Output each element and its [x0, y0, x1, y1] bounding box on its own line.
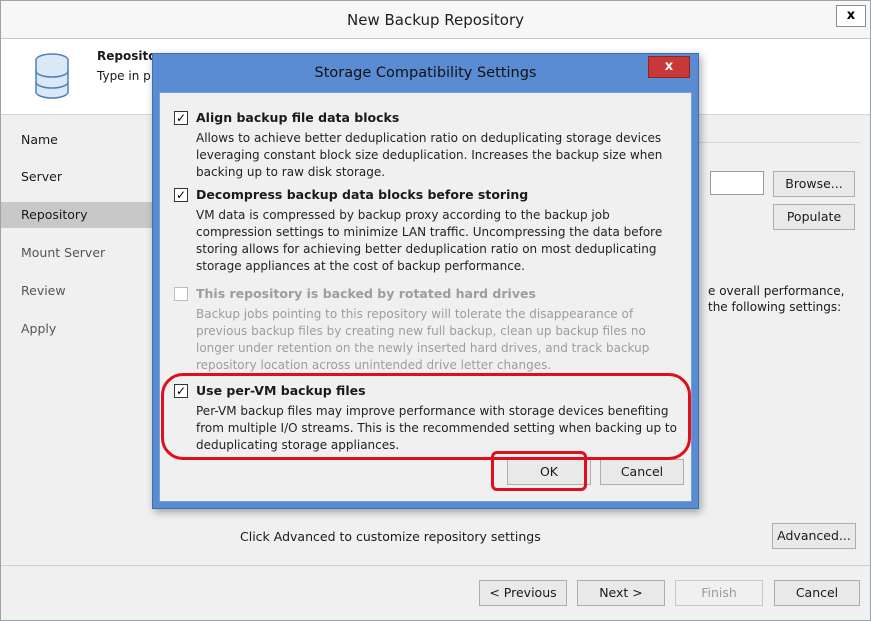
- repository-path-input[interactable]: [710, 171, 764, 195]
- align-blocks-description: Allows to achieve better deduplication r…: [196, 131, 663, 179]
- database-icon: [35, 53, 69, 99]
- wizard-footer: < Previous Next > Finish Cancel: [1, 565, 870, 620]
- option-rotated-drives: This repository is backed by rotated har…: [174, 285, 684, 374]
- populate-button[interactable]: Populate: [773, 204, 855, 230]
- decompress-blocks-label[interactable]: Decompress backup data blocks before sto…: [196, 187, 528, 202]
- rotated-drives-checkbox[interactable]: [174, 287, 188, 301]
- next-button[interactable]: Next >: [577, 580, 665, 606]
- decompress-blocks-checkbox[interactable]: ✓: [174, 188, 188, 202]
- align-blocks-checkbox[interactable]: ✓: [174, 111, 188, 125]
- option-decompress-blocks: ✓ Decompress backup data blocks before s…: [174, 186, 684, 275]
- browse-button[interactable]: Browse...: [773, 171, 855, 197]
- dialog-titlebar: Storage Compatibility Settings x: [153, 54, 698, 92]
- dialog-title: Storage Compatibility Settings: [314, 65, 537, 81]
- performance-note-line-2: the following settings:: [708, 300, 842, 314]
- window-titlebar: New Backup Repository x: [1, 1, 870, 39]
- highlight-ok-button: [491, 451, 587, 491]
- window-title: New Backup Repository: [347, 11, 524, 29]
- previous-button[interactable]: < Previous: [479, 580, 567, 606]
- option-align-blocks: ✓ Align backup file data blocks Allows t…: [174, 109, 684, 181]
- window-close-button[interactable]: x: [836, 5, 866, 27]
- highlight-per-vm-option: [161, 373, 691, 460]
- advanced-button[interactable]: Advanced...: [772, 523, 856, 549]
- align-blocks-label[interactable]: Align backup file data blocks: [196, 110, 399, 125]
- dialog-cancel-button[interactable]: Cancel: [600, 459, 684, 485]
- advanced-hint: Click Advanced to customize repository s…: [240, 529, 541, 544]
- finish-button[interactable]: Finish: [675, 580, 763, 606]
- performance-note-line-1: e overall performance,: [708, 284, 845, 298]
- wizard-step-subtitle: Type in p: [97, 69, 151, 83]
- rotated-drives-description: Backup jobs pointing to this repository …: [196, 307, 650, 372]
- rotated-drives-label[interactable]: This repository is backed by rotated har…: [196, 286, 536, 301]
- dialog-close-button[interactable]: x: [648, 56, 690, 78]
- decompress-blocks-description: VM data is compressed by backup proxy ac…: [196, 208, 663, 273]
- cancel-button[interactable]: Cancel: [774, 580, 860, 606]
